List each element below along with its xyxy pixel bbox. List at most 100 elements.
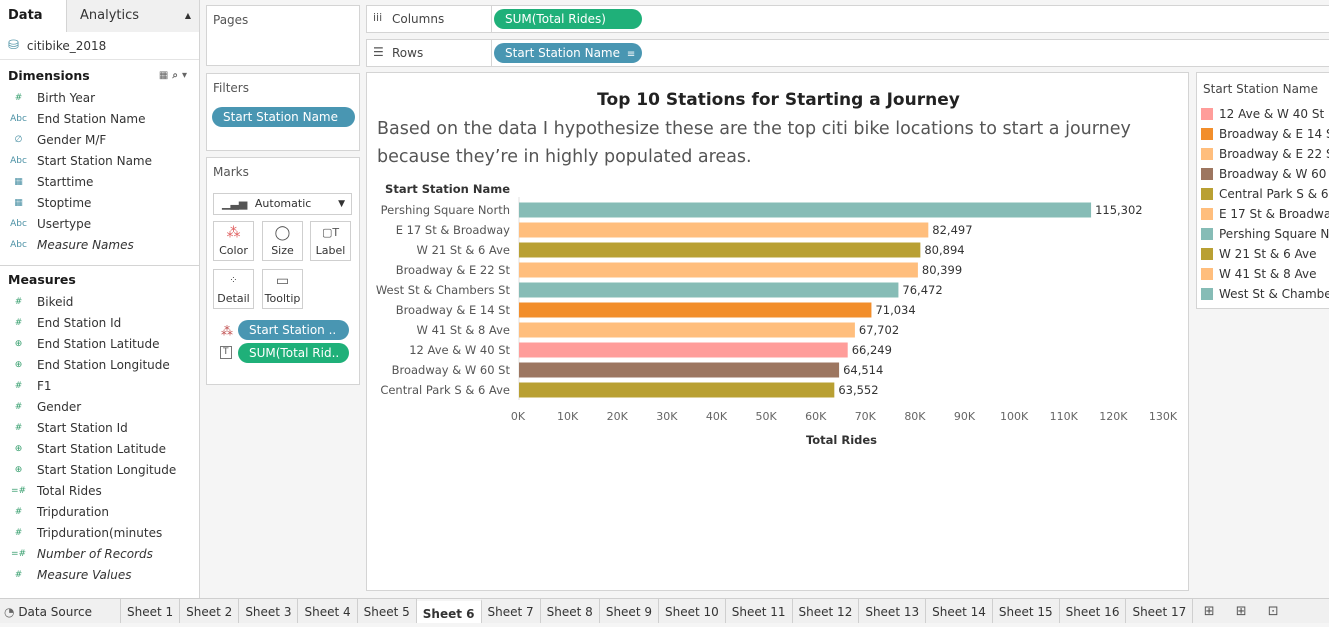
legend-item[interactable]: 12 Ave & W 40 St (1197, 104, 1329, 124)
dimension-field[interactable]: Abc Measure Names (0, 235, 199, 256)
filters-shelf[interactable]: Filters Start Station Name (206, 73, 360, 151)
x-tick-label: 100K (1000, 410, 1029, 423)
tab-sheet[interactable]: Sheet 15 (993, 599, 1060, 623)
dimension-field[interactable]: Abc Start Station Name (0, 151, 199, 172)
legend-item[interactable]: West St & Chambers St (1197, 284, 1329, 304)
tab-sheet[interactable]: Sheet 2 (180, 599, 240, 623)
new-dashboard-icon[interactable]: ⊞ (1225, 599, 1257, 623)
measure-field[interactable]: # Tripduration(minutes (0, 523, 199, 544)
measure-field[interactable]: =# Total Rides (0, 481, 199, 502)
tab-sheet[interactable]: Sheet 14 (926, 599, 993, 623)
dimension-field[interactable]: Abc End Station Name (0, 109, 199, 130)
new-story-icon[interactable]: ⊡ (1257, 599, 1289, 623)
bar[interactable] (519, 382, 835, 398)
measure-field[interactable]: ⊕ End Station Longitude (0, 355, 199, 376)
bar[interactable] (519, 302, 872, 318)
label-button[interactable]: ▢T Label (310, 221, 351, 261)
bar[interactable] (519, 202, 1092, 218)
legend-item[interactable]: Pershing Square North (1197, 224, 1329, 244)
mark-type-dropdown[interactable]: ▁▃▅ Automatic ▼ (213, 193, 352, 215)
tab-data-source[interactable]: ◔ Data Source (0, 599, 121, 623)
dimension-field[interactable]: ▦ Stoptime (0, 193, 199, 214)
tab-data[interactable]: Data (0, 0, 67, 32)
dimension-field[interactable]: # Birth Year (0, 88, 199, 109)
tab-sheet[interactable]: Sheet 12 (793, 599, 860, 623)
datasource-tab-label: Data Source (18, 605, 92, 619)
size-button[interactable]: ◯ Size (262, 221, 303, 261)
size-label: Size (271, 244, 294, 257)
tab-sheet[interactable]: Sheet 16 (1060, 599, 1127, 623)
number-icon: # (14, 297, 23, 307)
bar[interactable] (519, 222, 929, 238)
view-grid-icon[interactable]: ▦ (159, 70, 172, 81)
tab-sheet[interactable]: Sheet 1 (121, 599, 181, 623)
bar[interactable] (519, 262, 918, 278)
tab-sheet[interactable]: Sheet 4 (298, 599, 358, 623)
tab-sheet[interactable]: Sheet 7 (482, 599, 541, 623)
number-icon: # (14, 93, 23, 103)
tab-sheet[interactable]: Sheet 10 (659, 599, 726, 623)
measure-field[interactable]: =# Number of Records (0, 544, 199, 565)
measure-field[interactable]: ⊕ Start Station Longitude (0, 460, 199, 481)
measure-field[interactable]: # Bikeid (0, 292, 199, 313)
bar[interactable] (519, 282, 899, 298)
legend-item[interactable]: E 17 St & Broadway (1197, 204, 1329, 224)
marks-pill-color[interactable]: Start Station .. (238, 320, 349, 340)
bar[interactable] (519, 342, 848, 358)
legend-item[interactable]: Broadway & W 60 St (1197, 164, 1329, 184)
measure-field[interactable]: # Tripduration (0, 502, 199, 523)
dimension-field-label: Gender M/F (37, 133, 107, 147)
filter-pill-start-station[interactable]: Start Station Name (212, 107, 355, 127)
tab-sheet[interactable]: Sheet 5 (358, 599, 417, 623)
bar[interactable] (519, 362, 840, 378)
dimension-field[interactable]: ▦ Starttime (0, 172, 199, 193)
tab-sheet[interactable]: Sheet 8 (541, 599, 600, 623)
new-worksheet-icon[interactable]: ⊞ (1193, 599, 1225, 623)
color-button[interactable]: ⁂ Color (213, 221, 254, 261)
detail-button[interactable]: ⁘ Detail (213, 269, 254, 309)
legend-item[interactable]: Central Park S & 6 Ave (1197, 184, 1329, 204)
measure-field-label: Number of Records (37, 547, 153, 561)
marks-pill-label[interactable]: SUM(Total Rid.. (238, 343, 349, 363)
tab-sheet[interactable]: Sheet 11 (726, 599, 793, 623)
legend-item[interactable]: W 41 St & 8 Ave (1197, 264, 1329, 284)
category-label: 12 Ave & W 40 St (409, 343, 510, 357)
dimension-field[interactable]: ∅ Gender M/F (0, 130, 199, 151)
legend-item[interactable]: W 21 St & 6 Ave (1197, 244, 1329, 264)
dimension-field-label: Start Station Name (37, 154, 153, 168)
measure-field[interactable]: ⊕ Start Station Latitude (0, 439, 199, 460)
rows-pill[interactable]: Start Station Name ≡ (494, 43, 642, 63)
bar-value-label: 64,514 (843, 363, 883, 377)
tab-sheet[interactable]: Sheet 3 (239, 599, 299, 623)
dimension-field-label: Measure Names (37, 238, 134, 252)
tab-sheet[interactable]: Sheet 17 (1126, 599, 1194, 623)
dimension-field[interactable]: Abc Usertype (0, 214, 199, 235)
rows-shelf[interactable]: ☰ Rows Start Station Name ≡ (366, 39, 1329, 67)
tab-analytics[interactable]: Analytics ▲ (67, 0, 199, 32)
legend-item[interactable]: Broadway & E 22 St (1197, 144, 1329, 164)
datasource-row[interactable]: ⛁ citibike_2018 (0, 32, 199, 60)
bar[interactable] (519, 322, 855, 338)
legend-item[interactable]: Broadway & E 14 St (1197, 124, 1329, 144)
string-icon: Abc (10, 240, 27, 250)
search-icon[interactable]: ⌕ (172, 70, 182, 81)
measure-field[interactable]: # F1 (0, 376, 199, 397)
measure-field[interactable]: ⊕ End Station Latitude (0, 334, 199, 355)
columns-shelf[interactable]: iii Columns SUM(Total Rides) (366, 5, 1329, 33)
measure-field[interactable]: # Gender (0, 397, 199, 418)
tab-sheet[interactable]: Sheet 13 (859, 599, 927, 623)
bar[interactable] (519, 242, 921, 258)
x-tick-label: 60K (805, 410, 827, 423)
measure-field[interactable]: # Measure Values (0, 565, 199, 586)
bar-value-label: 71,034 (875, 303, 915, 317)
measure-field[interactable]: # End Station Id (0, 313, 199, 334)
tooltip-button[interactable]: ▭ Tooltip (262, 269, 303, 309)
columns-pill[interactable]: SUM(Total Rides) (494, 9, 642, 29)
pages-shelf[interactable]: Pages (206, 5, 360, 66)
tab-sheet[interactable]: Sheet 9 (600, 599, 659, 623)
measure-field[interactable]: # Start Station Id (0, 418, 199, 439)
menu-dropdown-icon[interactable]: ▾ (182, 70, 191, 81)
tab-sheet[interactable]: Sheet 6 (416, 599, 482, 623)
measures-title: Measures (8, 272, 76, 287)
x-tick-label: 80K (904, 410, 926, 423)
